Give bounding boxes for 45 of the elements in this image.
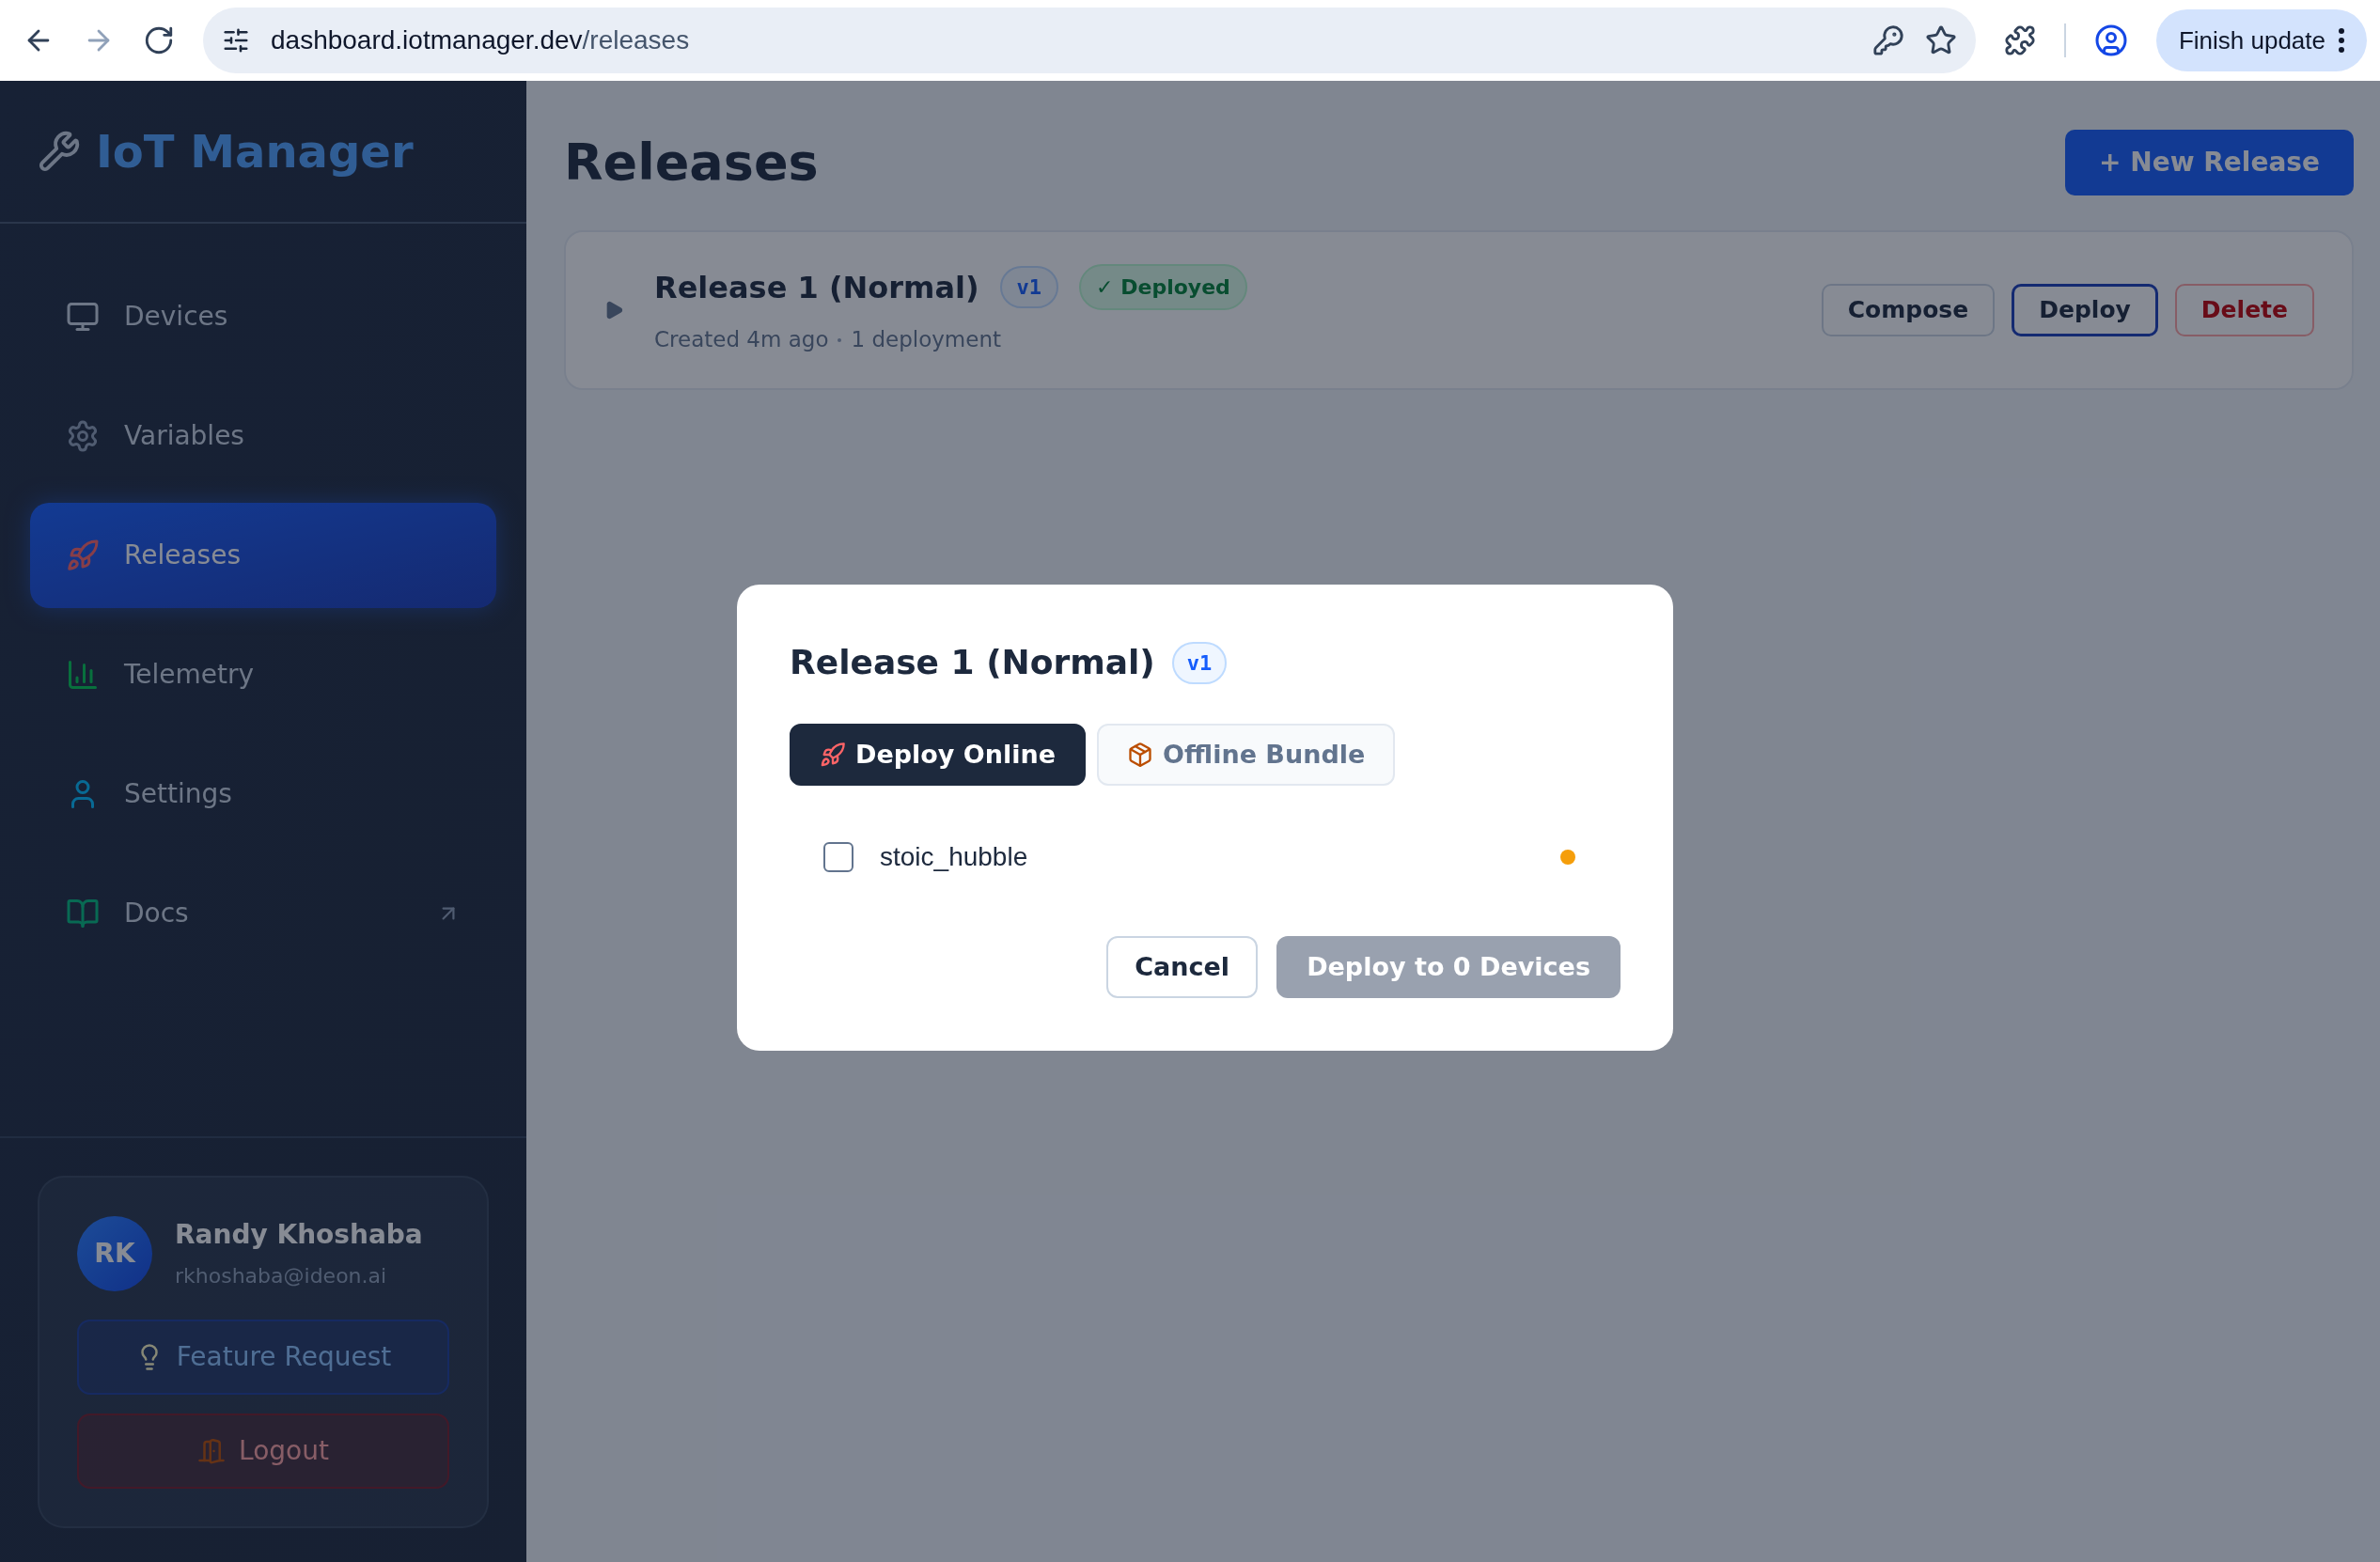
rocket-icon <box>66 539 100 572</box>
package-icon <box>1127 742 1154 768</box>
device-name: stoic_hubble <box>880 841 1029 873</box>
release-name: Release 1 (Normal) <box>654 268 979 307</box>
menu-icon <box>2339 28 2344 53</box>
nav-item[interactable]: Docs <box>30 861 496 966</box>
action-button[interactable]: Compose <box>1821 284 1996 336</box>
created-text: Created 4m ago <box>654 326 829 354</box>
nav-item[interactable]: Devices <box>30 264 496 369</box>
book-icon <box>66 897 100 930</box>
version-tag: v1 <box>999 266 1059 309</box>
action-button[interactable]: Deploy <box>2012 284 2158 336</box>
brand-title: IoT Manager <box>96 124 414 180</box>
bar-chart-icon <box>66 658 100 692</box>
key-icon[interactable] <box>1871 24 1904 56</box>
device-checkbox[interactable] <box>823 842 853 872</box>
star-icon[interactable] <box>1924 24 1957 56</box>
nav-item[interactable]: Settings <box>30 742 496 847</box>
url-text: dashboard.iotmanager.dev/releases <box>271 24 691 56</box>
cancel-button[interactable]: Cancel <box>1106 936 1259 998</box>
door-icon <box>197 1437 227 1465</box>
version-tag: v1 <box>1171 641 1228 684</box>
user-name: Randy Khoshaba <box>175 1218 423 1252</box>
monitor-icon <box>66 300 100 334</box>
deployment-count: 1 deployment <box>851 326 1001 354</box>
nav-item[interactable]: Releases <box>30 503 496 608</box>
rocket-icon <box>820 742 846 768</box>
reload-icon[interactable] <box>143 24 175 56</box>
mode-tab[interactable]: Deploy Online <box>790 724 1087 786</box>
status-tag: ✓ Deployed <box>1079 264 1247 311</box>
action-button[interactable]: Delete <box>2174 284 2314 336</box>
new-release-button[interactable]: + New Release <box>2065 129 2354 195</box>
extensions-icon[interactable] <box>2003 24 2036 56</box>
nav-item[interactable]: Variables <box>30 383 496 489</box>
site-settings-icon[interactable] <box>222 26 250 55</box>
profile-icon[interactable] <box>2093 23 2128 57</box>
mode-tab[interactable]: Offline Bundle <box>1097 724 1396 786</box>
nav-item[interactable]: Telemetry <box>30 622 496 727</box>
gear-icon <box>66 419 100 453</box>
finish-update-button[interactable]: Finish update <box>2155 9 2367 71</box>
dialog-title: Release 1 (Normal) <box>790 642 1155 683</box>
wrench-icon <box>38 130 81 173</box>
page-title: Releases <box>564 132 819 194</box>
address-bar[interactable]: dashboard.iotmanager.dev/releases <box>203 8 1976 73</box>
avatar: RK <box>77 1215 152 1291</box>
